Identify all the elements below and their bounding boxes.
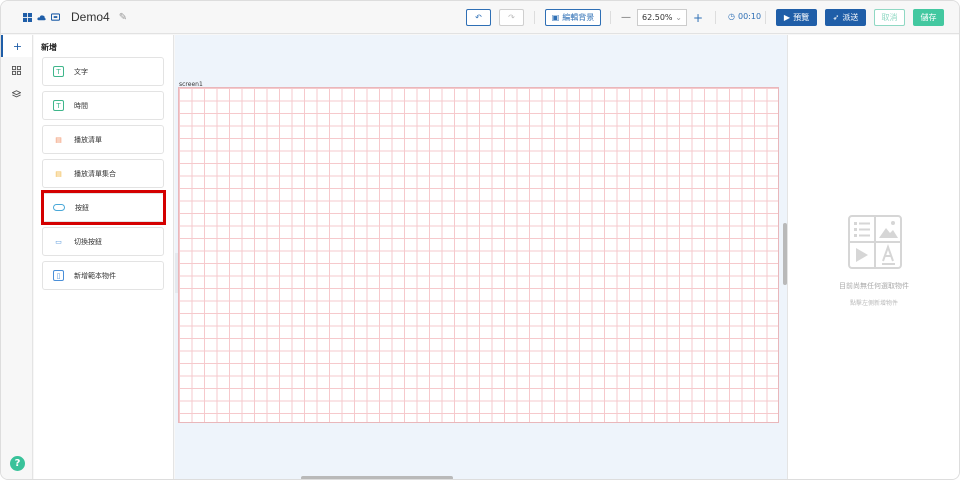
duration-value: 00:10 bbox=[737, 12, 762, 21]
rail-components-tab[interactable] bbox=[1, 59, 32, 81]
button-icon bbox=[53, 204, 65, 211]
toolbar-divider bbox=[534, 11, 535, 24]
cloud-icon bbox=[37, 14, 46, 20]
component-label: 時間 bbox=[74, 101, 88, 110]
top-toolbar: Demo4 ✎ ↶ ↷ ▣ 編輯背景 — 62.50% ⌄ + ◷ 00:10 bbox=[1, 1, 959, 34]
empty-selection-icon bbox=[848, 215, 902, 269]
help-icon: ? bbox=[14, 458, 21, 469]
component-label: 文字 bbox=[74, 67, 88, 76]
edit-title-icon[interactable]: ✎ bbox=[119, 12, 127, 23]
undo-icon: ↶ bbox=[475, 13, 482, 22]
canvas-area: screen1 bbox=[175, 35, 787, 479]
redo-icon: ↷ bbox=[508, 13, 515, 22]
component-label: 按鈕 bbox=[75, 203, 89, 212]
component-time[interactable]: T 時間 bbox=[42, 91, 164, 120]
preview-button[interactable]: ▶ 預覽 bbox=[776, 9, 817, 26]
windows-icon bbox=[23, 12, 32, 22]
cancel-button[interactable]: 取消 bbox=[874, 9, 905, 26]
rail-add-tab[interactable]: + bbox=[1, 35, 32, 57]
component-playlist[interactable]: ▤ 播放清單 bbox=[42, 125, 164, 154]
edit-background-label: 編輯背景 bbox=[562, 13, 595, 22]
save-label: 儲存 bbox=[920, 13, 937, 22]
empty-selection-subtitle: 點擊左側新增物件 bbox=[849, 300, 898, 307]
component-template[interactable]: ▯ 新增範本物件 bbox=[42, 261, 164, 290]
properties-panel: 目前尚無任何選取物件 點擊左側新增物件 bbox=[787, 35, 959, 479]
toggle-button-icon: ▭ bbox=[55, 237, 62, 246]
component-toggle-button[interactable]: ▭ 切換按鈕 bbox=[42, 227, 164, 256]
left-rail: + ? bbox=[1, 35, 33, 479]
horizontal-scrollbar[interactable] bbox=[301, 476, 453, 479]
project-title: Demo4 bbox=[71, 10, 110, 24]
toolbar-divider bbox=[715, 11, 716, 24]
zoom-control: — 62.50% ⌄ + bbox=[621, 9, 703, 26]
rail-layers-tab[interactable] bbox=[1, 83, 32, 105]
clock-icon: T bbox=[53, 100, 64, 111]
empty-selection-title: 目前尚無任何選取物件 bbox=[839, 282, 909, 290]
image-icon: ▣ bbox=[551, 13, 560, 22]
rocket-icon: ➶ bbox=[832, 13, 840, 22]
layers-icon bbox=[12, 89, 21, 97]
text-icon: T bbox=[53, 66, 64, 77]
clock-icon: ◷ bbox=[728, 12, 735, 21]
zoom-out-button[interactable]: — bbox=[621, 12, 631, 23]
publish-label: 派送 bbox=[842, 13, 859, 22]
plus-icon: + bbox=[12, 39, 23, 53]
app-window: Demo4 ✎ ↶ ↷ ▣ 編輯背景 — 62.50% ⌄ + ◷ 00:10 bbox=[0, 0, 960, 480]
playlist-icon: ▤ bbox=[55, 135, 62, 144]
zoom-in-button[interactable]: + bbox=[693, 11, 703, 25]
component-text[interactable]: T 文字 bbox=[42, 57, 164, 86]
panel-title: 新增 bbox=[41, 43, 57, 52]
screen-icon bbox=[51, 12, 60, 21]
zoom-value: 62.50% bbox=[642, 13, 673, 22]
toolbar-divider bbox=[765, 11, 766, 24]
chevron-down-icon: ⌄ bbox=[675, 13, 682, 22]
component-label: 新增範本物件 bbox=[74, 271, 116, 280]
playlist-collection-icon: ▤ bbox=[55, 169, 62, 178]
add-component-panel: 新增 T 文字 T 時間 ▤ 播放清單 ▤ 播放清單集合 按鈕 ▭ 切換按鈕 ▯… bbox=[34, 35, 174, 479]
component-label: 播放清單集合 bbox=[74, 169, 116, 178]
component-button[interactable]: 按鈕 bbox=[42, 193, 164, 222]
grid-icon bbox=[12, 65, 21, 75]
save-button[interactable]: 儲存 bbox=[913, 9, 944, 26]
play-icon: ▶ bbox=[783, 13, 791, 22]
component-playlist-collection[interactable]: ▤ 播放清單集合 bbox=[42, 159, 164, 188]
duration-display[interactable]: ◷ 00:10 bbox=[728, 12, 761, 21]
publish-button[interactable]: ➶ 派送 bbox=[825, 9, 866, 26]
template-icon: ▯ bbox=[53, 270, 64, 281]
project-header: Demo4 ✎ bbox=[1, 10, 127, 24]
toolbar-divider bbox=[610, 11, 611, 24]
undo-button[interactable]: ↶ bbox=[466, 9, 491, 26]
redo-button[interactable]: ↷ bbox=[499, 9, 524, 26]
cancel-label: 取消 bbox=[881, 13, 898, 22]
preview-label: 預覽 bbox=[793, 13, 810, 22]
component-label: 切換按鈕 bbox=[74, 237, 102, 246]
zoom-select[interactable]: 62.50% ⌄ bbox=[637, 9, 687, 26]
help-button[interactable]: ? bbox=[10, 456, 25, 471]
edit-background-button[interactable]: ▣ 編輯背景 bbox=[545, 9, 601, 26]
component-label: 播放清單 bbox=[74, 135, 102, 144]
screen-canvas[interactable] bbox=[178, 87, 779, 423]
